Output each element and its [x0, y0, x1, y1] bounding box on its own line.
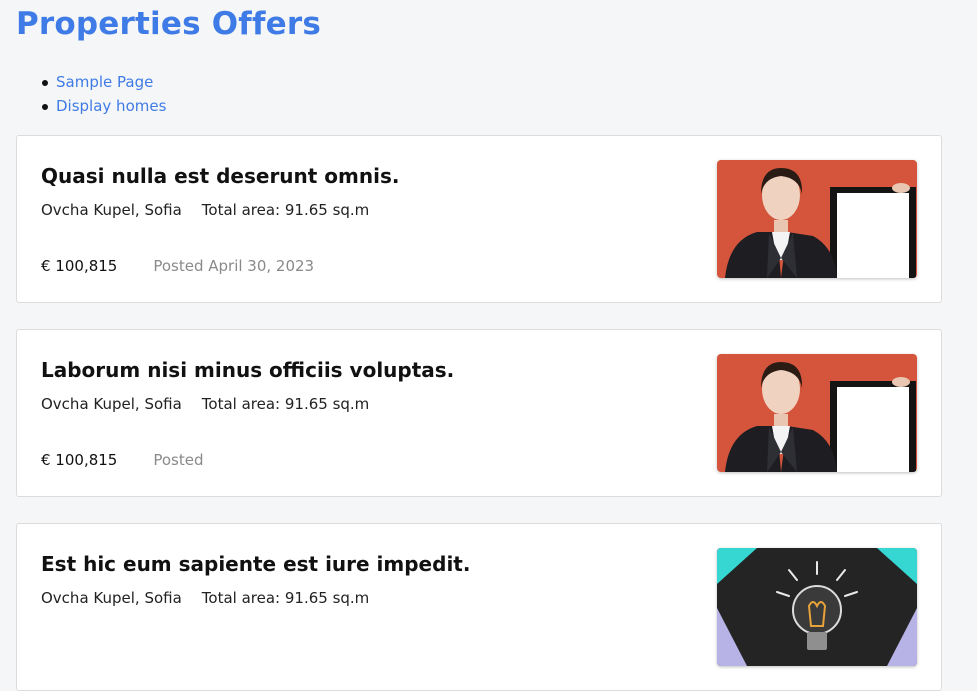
listing-title[interactable]: Laborum nisi minus officiis voluptas. — [41, 354, 454, 386]
listing-price: € 100,815 — [41, 451, 118, 469]
listing-meta: Ovcha Kupel, Sofia Total area: 91.65 sq.m — [41, 200, 369, 220]
listing-image[interactable] — [717, 160, 917, 278]
listing-title[interactable]: Est hic eum sapiente est iure impedit. — [41, 548, 470, 580]
businesswoman-holding-board-image — [717, 354, 917, 472]
listing-image[interactable] — [717, 548, 917, 666]
listing-location: Ovcha Kupel, Sofia — [41, 395, 182, 413]
listing-location: Ovcha Kupel, Sofia — [41, 589, 182, 607]
listing-meta: Ovcha Kupel, Sofia Total area: 91.65 sq.m — [41, 394, 369, 414]
listing-area: Total area: 91.65 sq.m — [201, 201, 370, 219]
listing-location: Ovcha Kupel, Sofia — [41, 201, 182, 219]
listing-posted-date: Posted — [153, 451, 204, 469]
listing-area: Total area: 91.65 sq.m — [201, 589, 370, 607]
listing-meta: Ovcha Kupel, Sofia Total area: 91.65 sq.m — [41, 588, 369, 608]
breadcrumb-item: Sample Page — [40, 70, 166, 94]
listing-title[interactable]: Quasi nulla est deserunt omnis. — [41, 160, 400, 192]
listing-price-row: € 100,815 Posted — [41, 450, 203, 470]
breadcrumb-link-display-homes[interactable]: Display homes — [56, 97, 166, 115]
page: Properties Offers Sample Page Display ho… — [0, 0, 977, 691]
breadcrumb-item: Display homes — [40, 94, 166, 118]
breadcrumb-link-sample-page[interactable]: Sample Page — [56, 73, 153, 91]
businesswoman-holding-board-image — [717, 160, 917, 278]
listing-price: € 100,815 — [41, 257, 118, 275]
listing-image[interactable] — [717, 354, 917, 472]
light-bulb-image — [717, 548, 917, 666]
listing-card[interactable]: Laborum nisi minus officiis voluptas. Ov… — [16, 329, 942, 497]
breadcrumb: Sample Page Display homes — [40, 70, 166, 118]
listing-card[interactable]: Est hic eum sapiente est iure impedit. O… — [16, 523, 942, 691]
page-title: Properties Offers — [16, 6, 322, 42]
listing-area: Total area: 91.65 sq.m — [201, 395, 370, 413]
listing-card[interactable]: Quasi nulla est deserunt omnis. Ovcha Ku… — [16, 135, 942, 303]
listing-posted-date: Posted April 30, 2023 — [153, 257, 315, 275]
listing-price-row: € 100,815 Posted April 30, 2023 — [41, 256, 314, 276]
